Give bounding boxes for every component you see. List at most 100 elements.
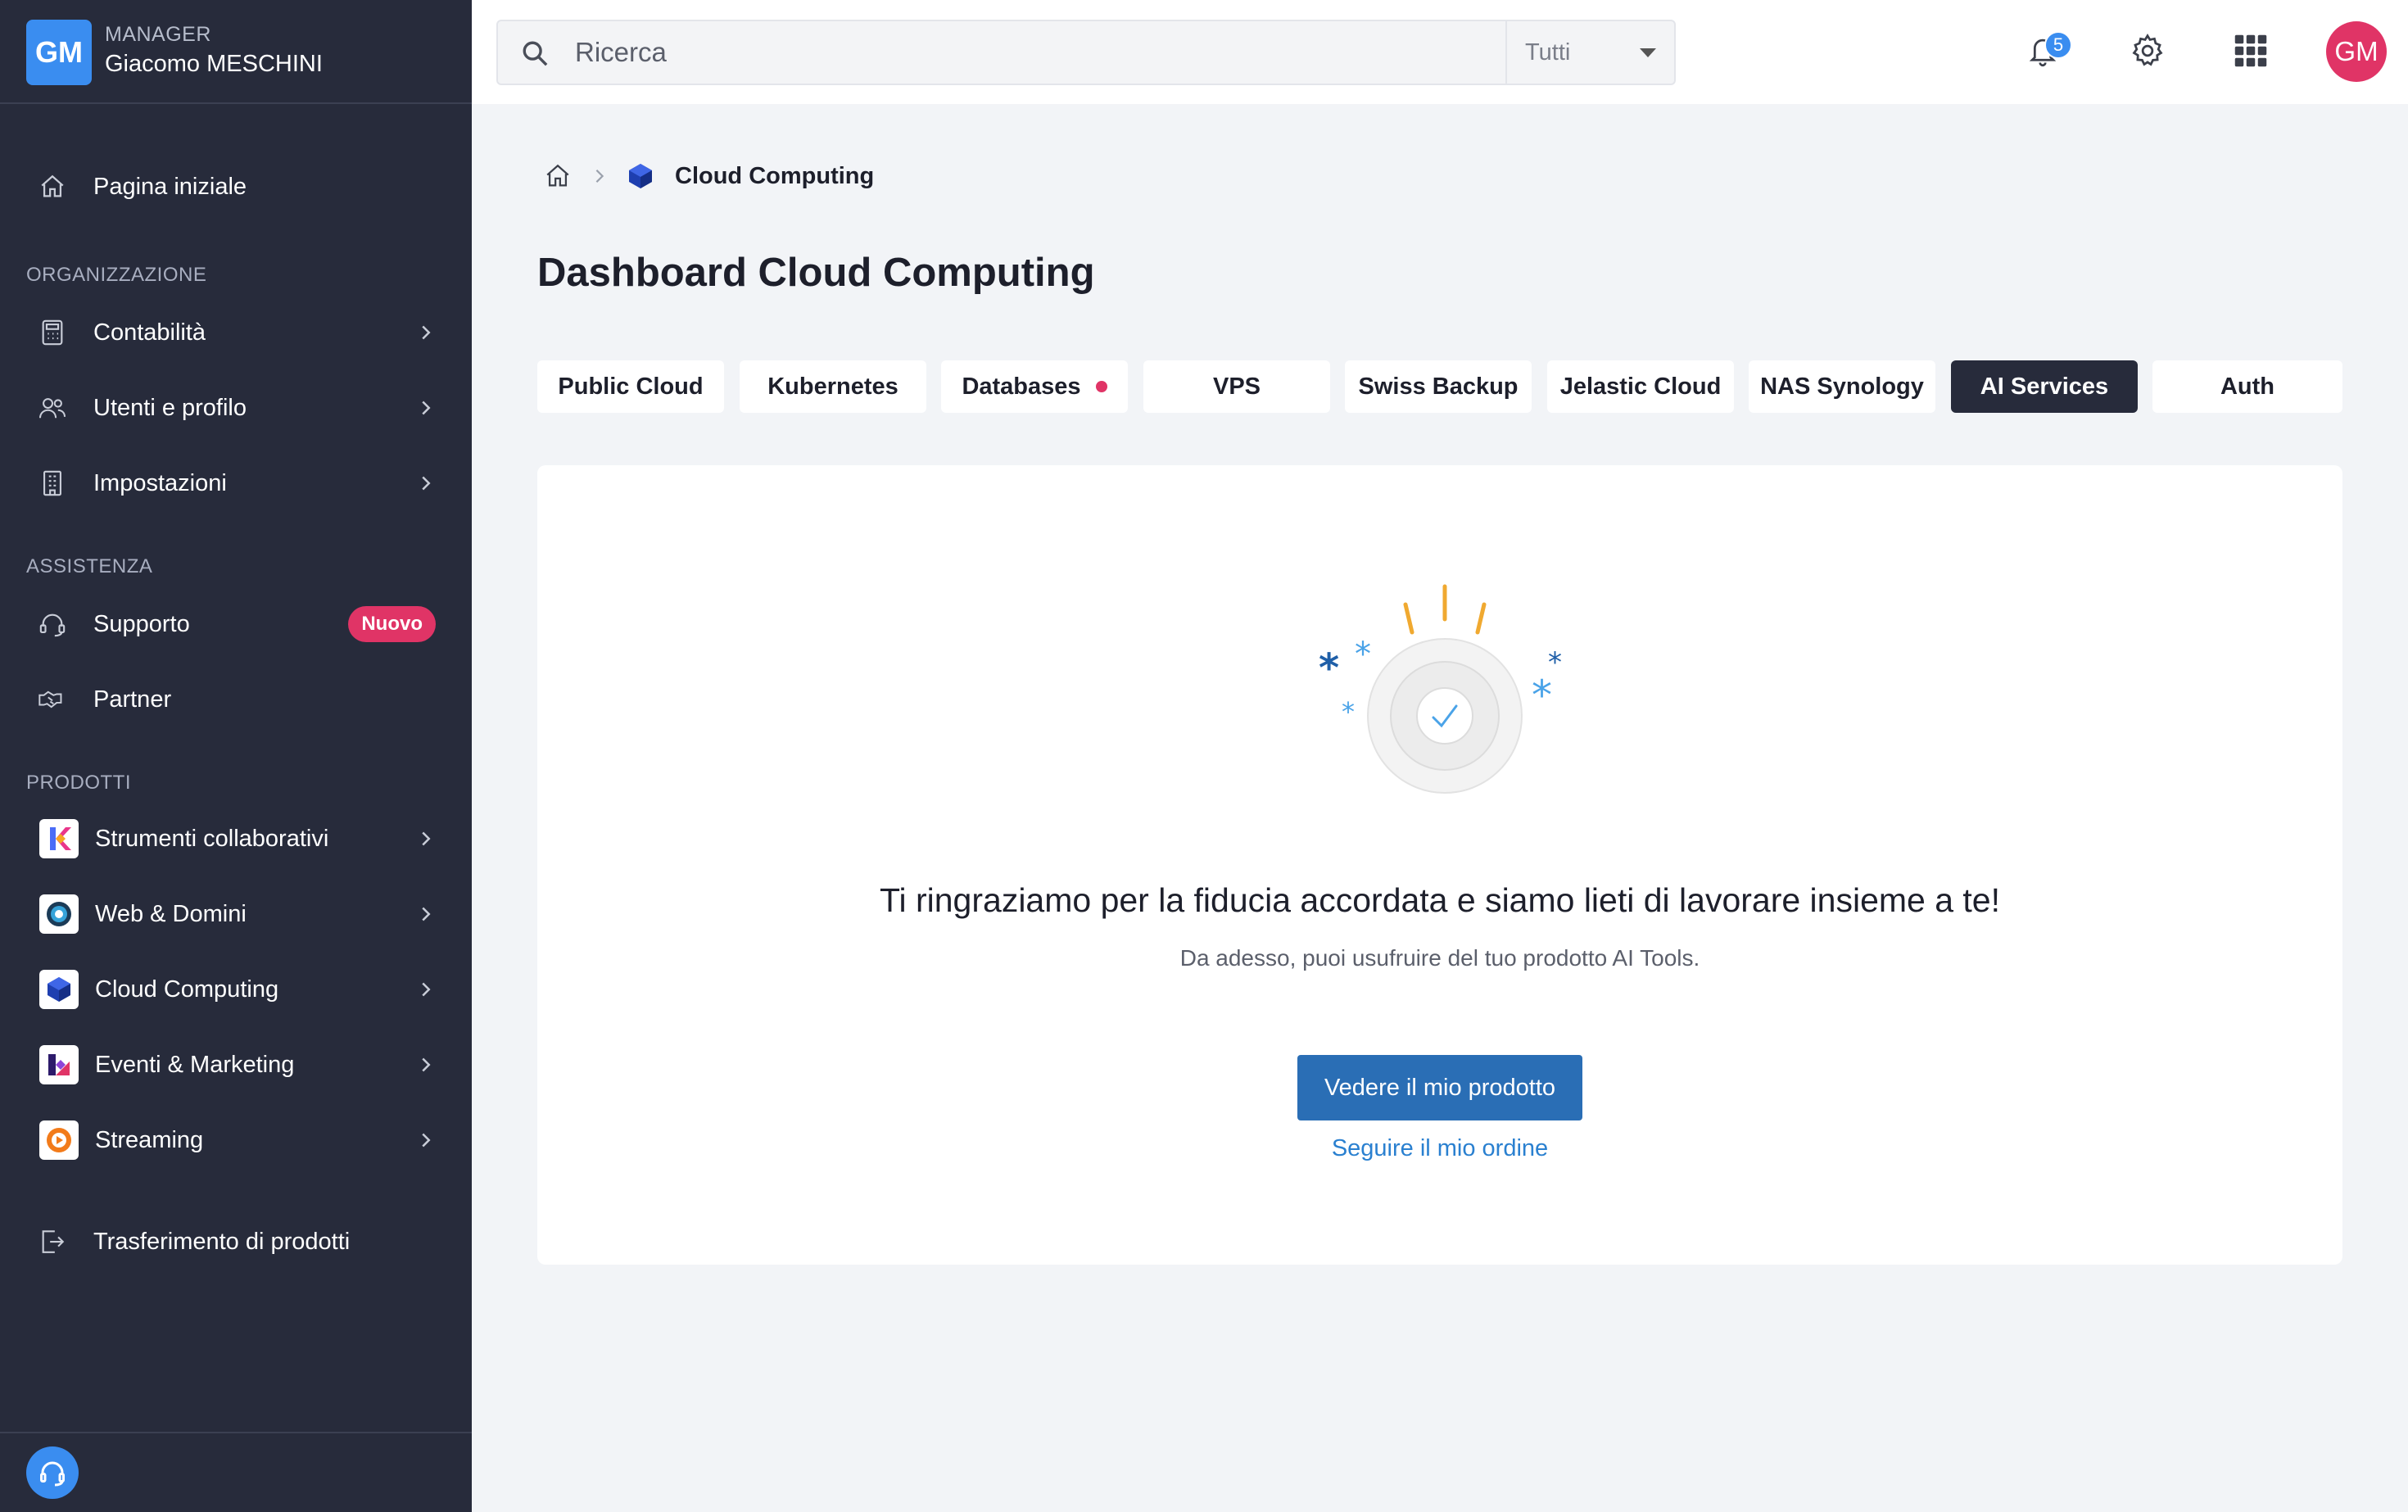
web-domains-logo-icon (39, 894, 79, 934)
search-scope-select[interactable]: Tutti (1505, 21, 1674, 84)
sidebar-item-label: Impostazioni (93, 469, 227, 496)
user-avatar: GM (26, 20, 92, 85)
sidebar-item-streaming[interactable]: Streaming (26, 1114, 436, 1166)
tab-label: Kubernetes (767, 373, 898, 400)
chevron-right-icon (416, 398, 436, 418)
sidebar-item-users[interactable]: Utenti e profilo (26, 382, 436, 434)
chevron-right-icon (416, 980, 436, 999)
tab-label: Public Cloud (558, 373, 704, 400)
notifications-badge: 5 (2044, 31, 2072, 59)
tab-label: Auth (2220, 373, 2275, 400)
tab-ai-services[interactable]: AI Services (1951, 360, 2138, 413)
headset-icon (38, 609, 67, 639)
confirmation-text: Da adesso, puoi usufruire del tuo prodot… (1179, 945, 1700, 971)
sidebar-item-label: Utenti e profilo (93, 394, 247, 421)
sidebar-item-home[interactable]: Pagina iniziale (26, 161, 436, 213)
profile-avatar[interactable]: GM (2326, 21, 2387, 82)
chevron-right-icon (416, 473, 436, 493)
track-order-link[interactable]: Seguire il mio ordine (537, 1135, 2342, 1162)
user-role: MANAGER (105, 23, 211, 46)
kchat-logo-icon (39, 819, 79, 858)
transfer-icon (38, 1227, 67, 1256)
sidebar-item-label: Supporto (93, 610, 190, 637)
tab-label: Jelastic Cloud (1559, 373, 1722, 400)
grid-icon (2234, 34, 2267, 67)
search-icon (521, 39, 549, 71)
confirmation-heading: Ti ringraziamo per la fiducia accordata … (879, 881, 2001, 919)
sidebar-item-label: Web & Domini (95, 900, 247, 927)
svg-text:*: * (1342, 696, 1355, 727)
search-bar: Tutti (496, 20, 1676, 85)
sidebar-item-accounting[interactable]: Contabilità (26, 306, 436, 359)
sidebar-item-label: Strumenti collaborativi (95, 825, 329, 852)
svg-text:*: * (1319, 645, 1339, 691)
home-icon[interactable] (542, 161, 573, 192)
user-header[interactable]: GM MANAGER Giacomo MESCHINI (0, 0, 472, 104)
sidebar-item-settings[interactable]: Impostazioni (26, 457, 436, 509)
sidebar-item-support[interactable]: Supporto Nuovo (26, 598, 436, 650)
tab-label: VPS (1212, 373, 1261, 400)
success-illustration: * * * * * (1294, 580, 1589, 806)
new-badge: Nuovo (348, 606, 436, 642)
sidebar-item-cloud-computing[interactable]: Cloud Computing (26, 963, 436, 1016)
settings-button[interactable] (2121, 25, 2174, 77)
page-title: Dashboard Cloud Computing (537, 251, 1095, 295)
view-product-button[interactable]: Vedere il mio prodotto (1297, 1055, 1582, 1120)
sidebar-item-label: Streaming (95, 1126, 204, 1153)
handshake-icon (38, 685, 67, 714)
section-title-products: PRODOTTI (26, 772, 131, 794)
section-title-organization: ORGANIZZAZIONE (26, 264, 207, 286)
streaming-logo-icon (39, 1120, 79, 1160)
tab-nas-synology[interactable]: NAS Synology (1749, 360, 1935, 413)
chevron-right-icon (416, 904, 436, 924)
users-icon (38, 393, 67, 423)
cloud-cube-icon (39, 970, 79, 1009)
help-chat-button[interactable] (26, 1446, 79, 1499)
sidebar-item-label: Partner (93, 686, 172, 713)
sidebar-item-web-domains[interactable]: Web & Domini (26, 888, 436, 940)
sidebar-item-label: Trasferimento di prodotti (93, 1228, 351, 1255)
tab-kubernetes[interactable]: Kubernetes (740, 360, 926, 413)
sidebar-item-collaborative-tools[interactable]: Strumenti collaborativi (26, 813, 436, 865)
notifications-button[interactable]: 5 (2016, 25, 2072, 77)
sidebar-item-label: Eventi & Marketing (95, 1051, 295, 1078)
svg-text:*: * (1355, 636, 1371, 673)
section-title-assistance: ASSISTENZA (26, 555, 153, 577)
headset-icon (40, 1461, 65, 1487)
calculator-icon (38, 318, 67, 347)
caret-down-icon (1640, 48, 1656, 57)
tab-public-cloud[interactable]: Public Cloud (537, 360, 724, 413)
top-bar: Tutti 5 GM (472, 0, 2408, 104)
breadcrumb-current: Cloud Computing (675, 162, 875, 189)
search-input[interactable] (575, 21, 1476, 84)
sidebar-item-events-marketing[interactable]: Eventi & Marketing (26, 1039, 436, 1091)
tab-auth[interactable]: Auth (2152, 360, 2342, 413)
tab-jelastic-cloud[interactable]: Jelastic Cloud (1547, 360, 1734, 413)
sidebar-item-partner[interactable]: Partner (26, 673, 436, 726)
sidebar-item-label: Pagina iniziale (93, 173, 247, 200)
tab-vps[interactable]: VPS (1143, 360, 1330, 413)
tab-label: Databases (962, 373, 1081, 400)
sidebar-item-label: Cloud Computing (95, 976, 279, 1003)
events-logo-icon (39, 1045, 79, 1084)
sidebar-item-label: Contabilità (93, 319, 206, 346)
tab-swiss-backup[interactable]: Swiss Backup (1345, 360, 1532, 413)
notification-dot (1095, 381, 1107, 392)
tab-label: NAS Synology (1760, 373, 1924, 400)
chevron-right-icon (416, 829, 436, 849)
sidebar-item-product-transfer[interactable]: Trasferimento di prodotti (26, 1215, 436, 1268)
breadcrumb: Cloud Computing (542, 160, 874, 192)
home-icon (38, 172, 67, 201)
apps-grid-button[interactable] (2225, 25, 2277, 77)
chevron-right-icon (416, 1055, 436, 1075)
search-scope-value: Tutti (1525, 38, 1571, 66)
sidebar: GM MANAGER Giacomo MESCHINI Pagina inizi… (0, 0, 472, 1512)
user-name: Giacomo MESCHINI (105, 51, 323, 77)
tab-label: AI Services (1980, 373, 2109, 400)
tab-label: Swiss Backup (1358, 373, 1519, 400)
cloud-cube-icon (626, 161, 655, 191)
gear-icon (2132, 34, 2163, 66)
tab-databases[interactable]: Databases (941, 360, 1128, 413)
chevron-right-icon (416, 1130, 436, 1150)
chevron-right-icon (416, 323, 436, 342)
